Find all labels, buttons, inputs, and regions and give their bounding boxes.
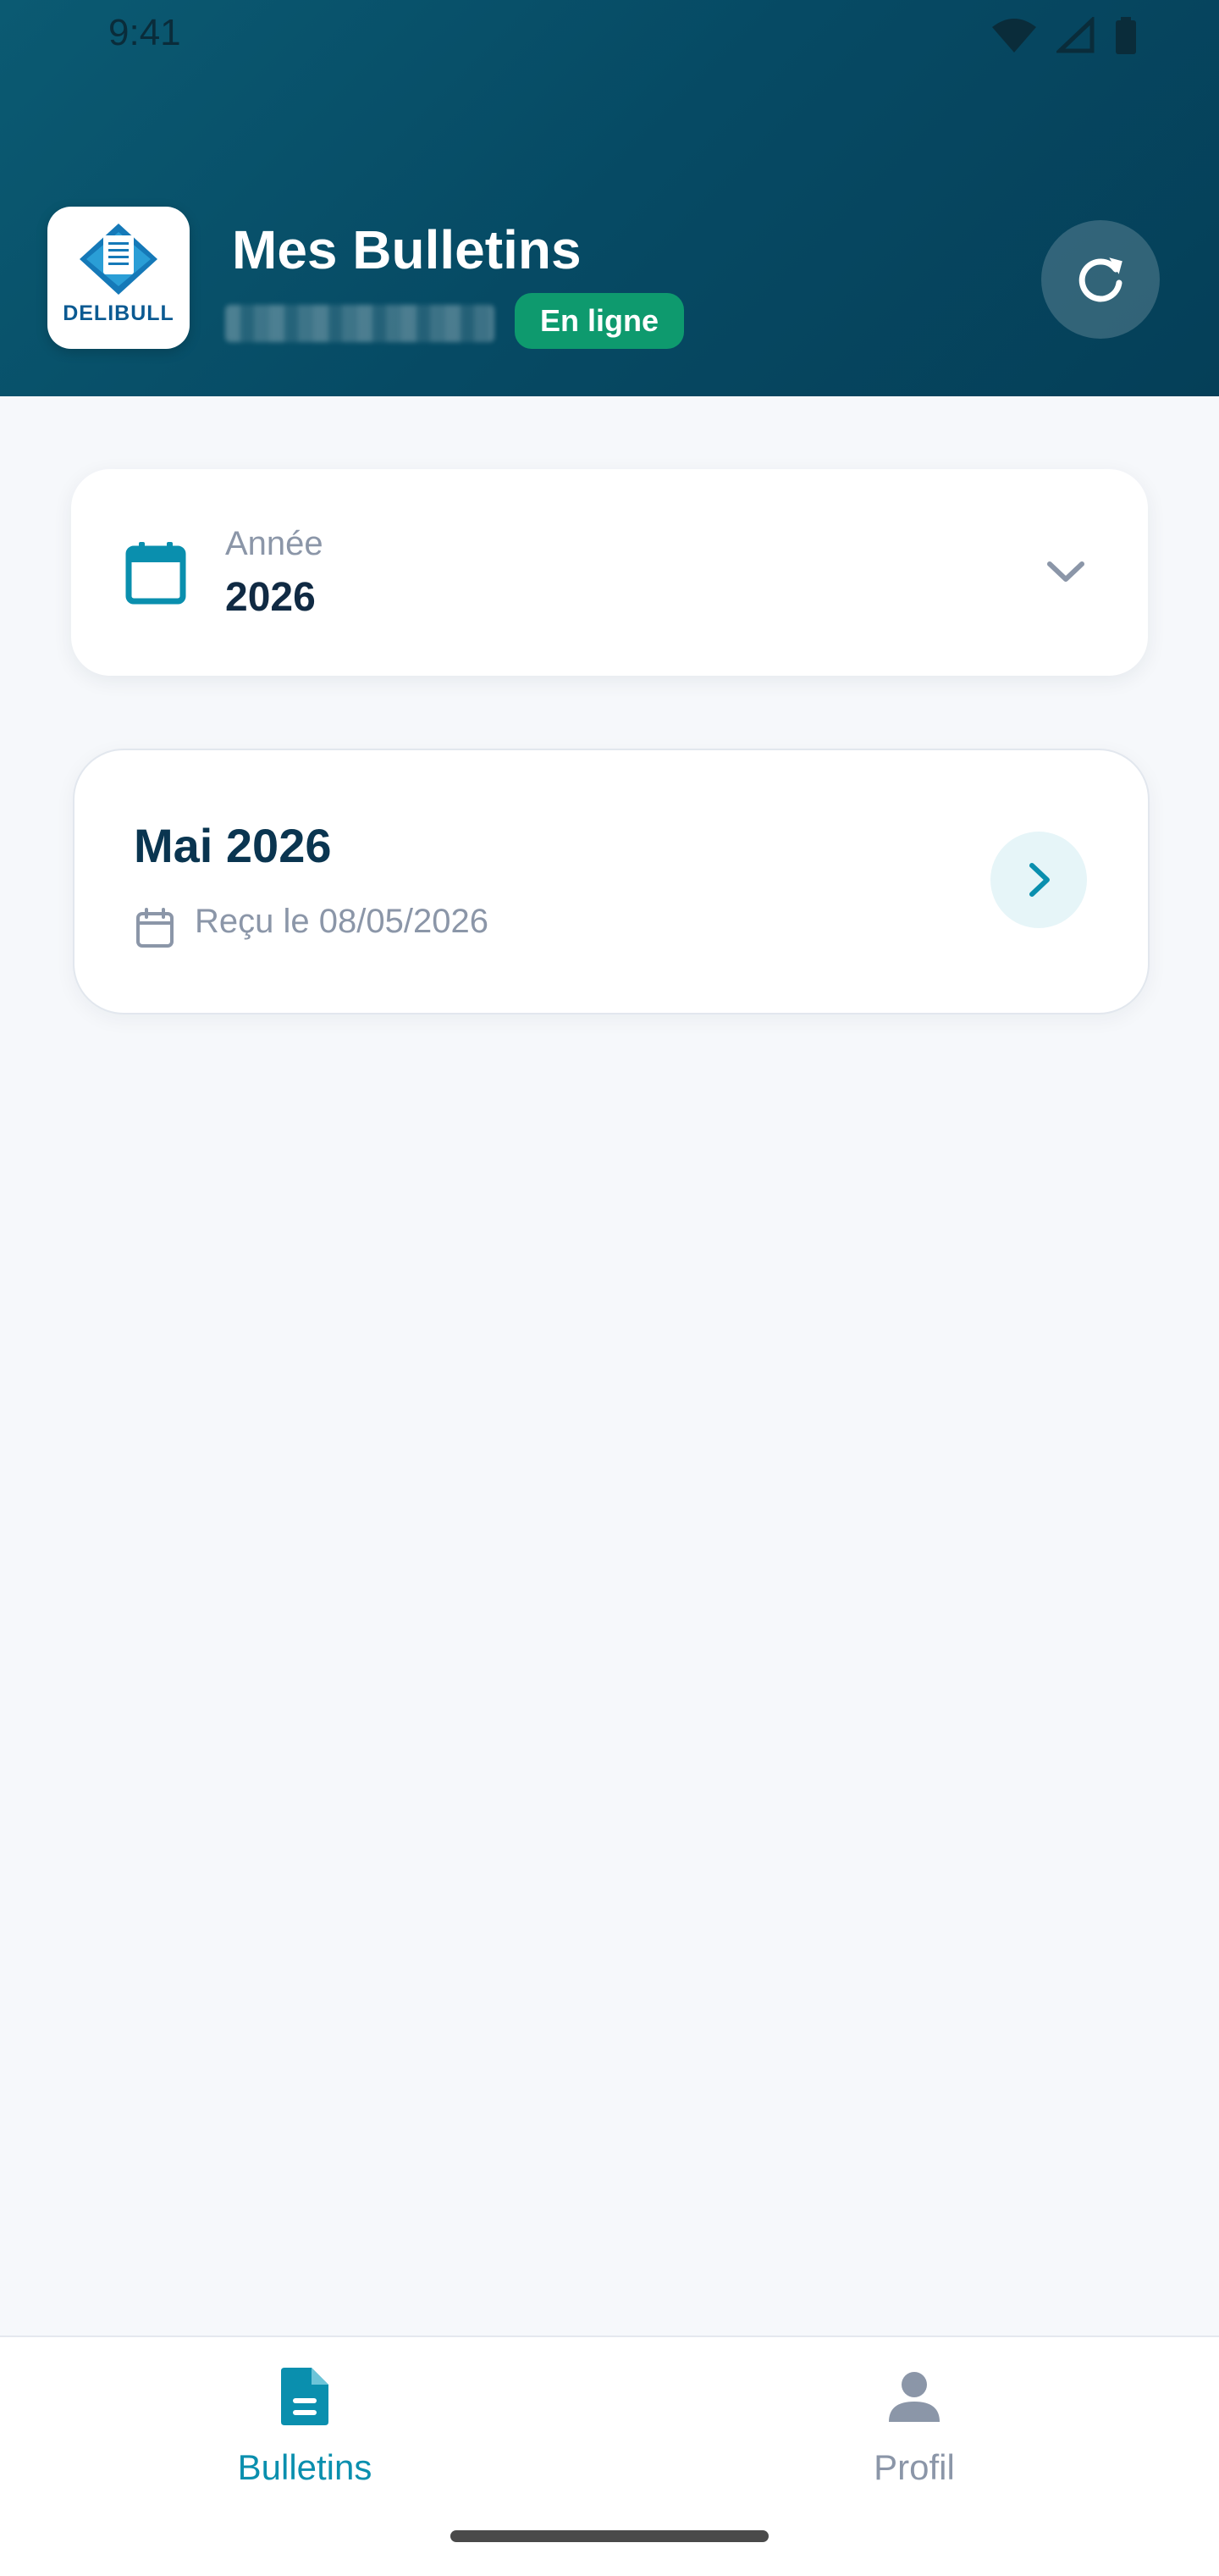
tab-profil-label: Profil (874, 2447, 955, 2487)
document-icon (281, 2368, 328, 2425)
home-indicator (450, 2530, 769, 2542)
open-bulletin-button[interactable] (990, 832, 1087, 928)
calendar-icon (125, 542, 186, 605)
bulletin-title: Mai 2026 (134, 819, 332, 872)
year-value: 2026 (225, 575, 316, 620)
wifi-icon (992, 19, 1036, 53)
user-icon (889, 2372, 940, 2422)
user-name-redacted (225, 305, 494, 342)
refresh-icon (1078, 257, 1122, 302)
calendar-small-icon (136, 908, 174, 948)
logo-text: DELIBULL (63, 301, 174, 325)
logo-document-icon (80, 224, 157, 295)
status-badge: En ligne (515, 293, 685, 349)
bulletin-card[interactable]: Mai 2026 Reçu le 08/05/2026 (73, 749, 1150, 1014)
refresh-button[interactable] (1041, 220, 1160, 339)
app-logo: DELIBULL (47, 207, 190, 349)
year-label: Année (225, 525, 323, 562)
status-icons (990, 17, 1138, 54)
status-bar: 9:41 (0, 0, 1219, 71)
tab-bulletins[interactable]: Bulletins (0, 2337, 610, 2507)
battery-icon (1116, 17, 1136, 54)
bulletin-received-date: Reçu le 08/05/2026 (195, 903, 488, 940)
status-time: 9:41 (108, 12, 181, 53)
app-header: 9:41 DELIBULL Mes Bulletins En ligne (0, 0, 1219, 396)
page-title: Mes Bulletins (232, 219, 582, 280)
chevron-down-icon (1047, 561, 1084, 582)
year-selector[interactable]: Année 2026 (71, 469, 1148, 676)
signal-icon (1056, 17, 1095, 53)
tab-bulletins-label: Bulletins (237, 2447, 372, 2487)
tab-profil[interactable]: Profil (610, 2337, 1219, 2507)
chevron-right-icon (1029, 863, 1050, 897)
